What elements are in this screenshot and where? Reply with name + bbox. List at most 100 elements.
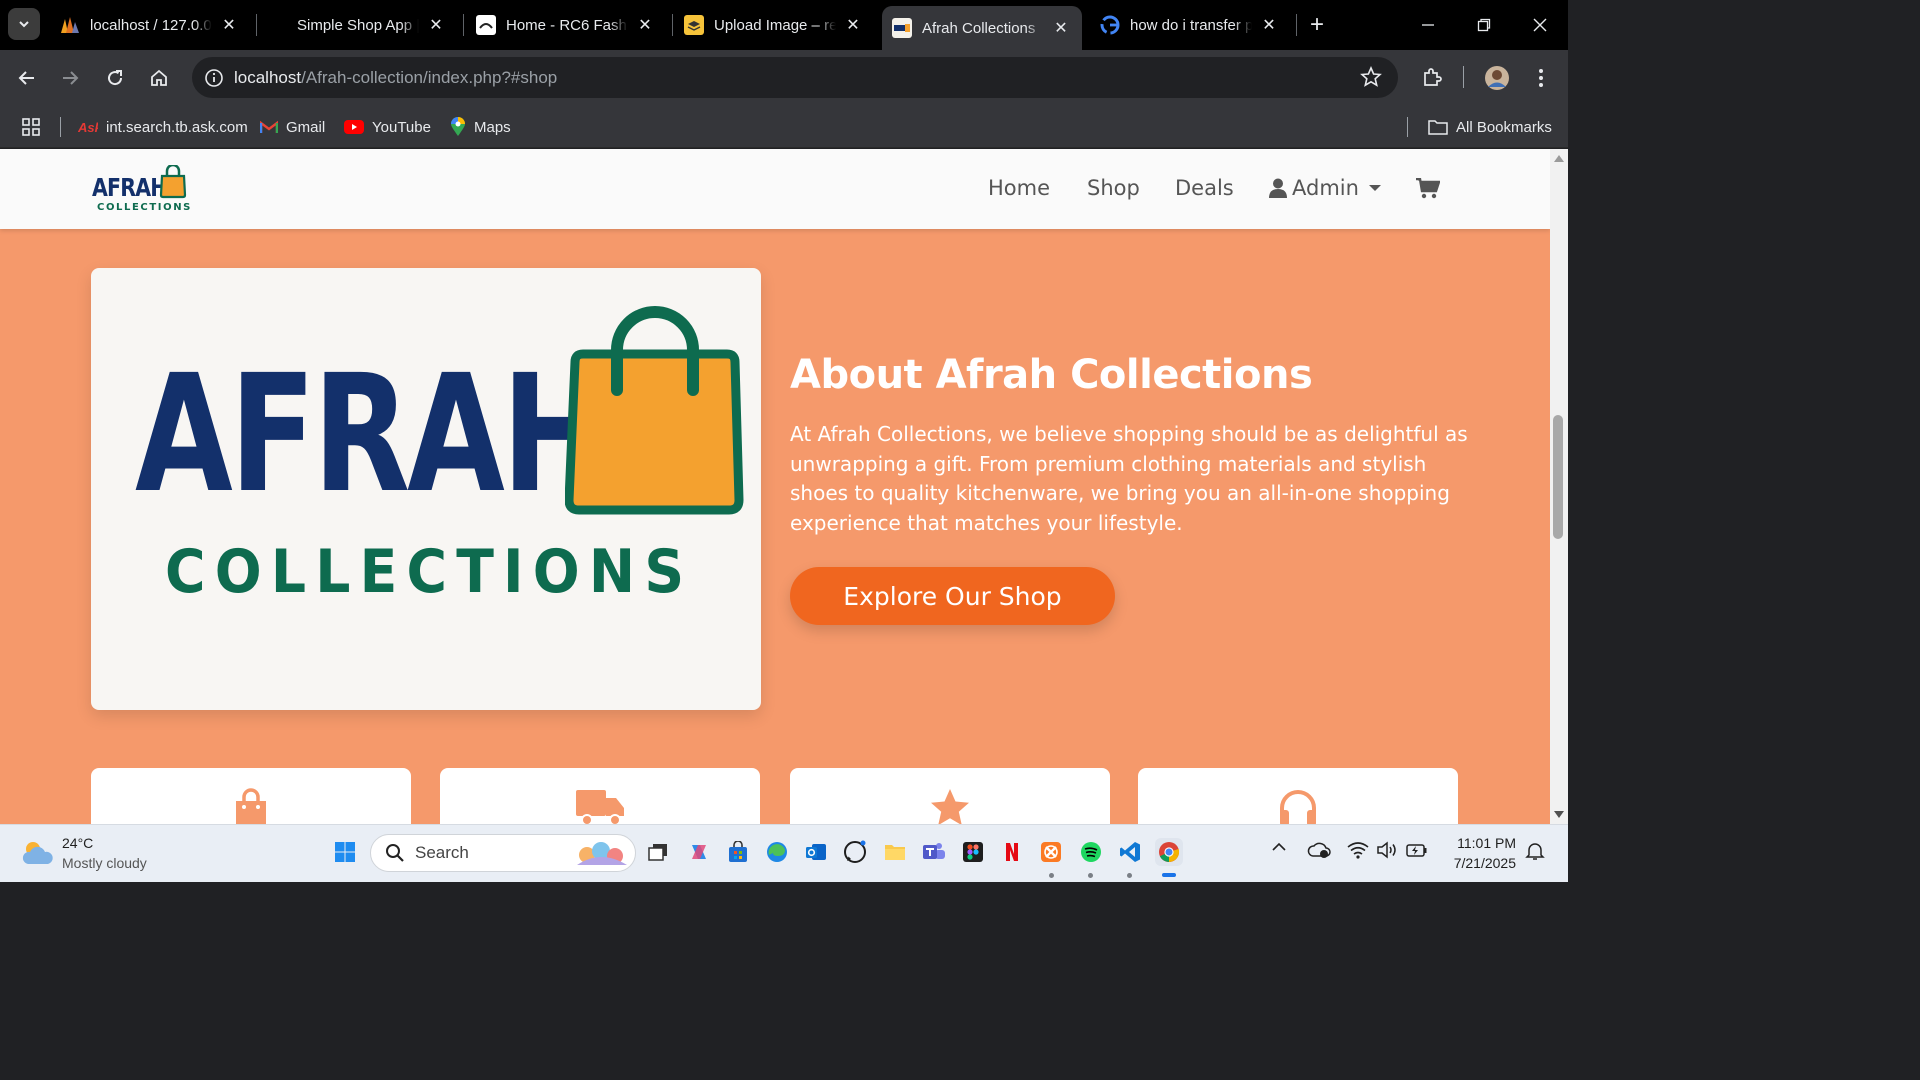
- tab-separator: [672, 14, 673, 36]
- bookmark-youtube[interactable]: YouTube: [344, 115, 431, 139]
- browser-toolbar: localhost/Afrah-collection/index.php?#sh…: [0, 50, 1568, 105]
- weather-widget[interactable]: 24°C Mostly cloudy: [20, 833, 147, 873]
- bookmark-separator: [1407, 117, 1408, 137]
- file-explorer-app[interactable]: [881, 838, 909, 866]
- tab-search-button[interactable]: [8, 8, 40, 40]
- tab-phpmyadmin[interactable]: localhost / 127.0.0. ✕: [50, 6, 250, 44]
- outlook-icon: [806, 844, 826, 860]
- teams-app[interactable]: [920, 838, 948, 866]
- spotify-app[interactable]: [1077, 838, 1105, 866]
- gmail-icon: [260, 120, 278, 134]
- web-page: AFRAH COLLECTIONS Home Shop Deals Admin …: [0, 149, 1550, 824]
- outlook-app[interactable]: [802, 838, 830, 866]
- search-icon: [386, 844, 404, 862]
- bookmark-ask[interactable]: Ask int.search.tb.ask.com: [78, 115, 248, 139]
- tab-title: Simple Shop App |: [297, 16, 419, 34]
- close-icon[interactable]: ✕: [1050, 17, 1072, 39]
- taskbar-clock[interactable]: 11:01 PM 7/21/2025: [1440, 833, 1516, 873]
- nav-shop[interactable]: Shop: [1087, 176, 1140, 200]
- scroll-down-arrow[interactable]: [1554, 811, 1564, 818]
- whatsapp-icon: [844, 840, 866, 863]
- browser-tab-strip: localhost / 127.0.0. ✕ Simple Shop App |…: [0, 0, 1568, 50]
- close-window-button[interactable]: [1512, 0, 1568, 50]
- puzzle-icon: [1424, 68, 1442, 86]
- battery-charging-icon: [1406, 844, 1427, 857]
- star-icon: [931, 789, 969, 824]
- ask-icon: Ask: [78, 119, 98, 135]
- home-button[interactable]: [143, 62, 175, 94]
- bookmark-star-icon[interactable]: [1360, 65, 1382, 93]
- close-icon[interactable]: ✕: [425, 14, 447, 36]
- edge-app[interactable]: [763, 838, 791, 866]
- afrah-icon: [892, 18, 912, 38]
- nav-home[interactable]: Home: [988, 176, 1050, 200]
- vscode-icon: [1120, 842, 1140, 862]
- home-icon: [151, 69, 167, 86]
- copilot-app[interactable]: [685, 838, 713, 866]
- apps-grid-icon: [22, 118, 40, 136]
- bookmark-label: int.search.tb.ask.com: [106, 118, 248, 136]
- reload-button[interactable]: [99, 62, 131, 94]
- page-scrollbar[interactable]: [1550, 149, 1568, 824]
- extensions-button[interactable]: [1416, 62, 1448, 94]
- new-tab-button[interactable]: +: [1302, 10, 1332, 40]
- maps-pin-icon: [450, 117, 466, 137]
- tab-afrah-collections[interactable]: Afrah Collections ✕: [882, 6, 1082, 50]
- vscode-app[interactable]: [1116, 838, 1144, 866]
- xampp-app[interactable]: [1037, 838, 1065, 866]
- task-view-app[interactable]: [644, 838, 672, 866]
- bookmark-gmail[interactable]: Gmail: [260, 115, 325, 139]
- all-bookmarks-button[interactable]: All Bookmarks: [1428, 115, 1552, 139]
- restore-button[interactable]: [1456, 0, 1512, 50]
- close-icon[interactable]: ✕: [1258, 14, 1280, 36]
- bookmark-maps[interactable]: Maps: [450, 115, 511, 139]
- tab-upload-image[interactable]: Upload Image – re ✕: [674, 6, 874, 44]
- apps-button[interactable]: [22, 115, 40, 139]
- profile-avatar[interactable]: [1481, 62, 1513, 94]
- close-icon[interactable]: ✕: [218, 14, 240, 36]
- spotify-icon: [1081, 842, 1101, 862]
- figma-icon: [963, 842, 983, 862]
- edge-icon: [767, 842, 787, 862]
- show-hidden-icons[interactable]: [1271, 841, 1287, 853]
- microsoft-store-app[interactable]: [724, 838, 752, 866]
- arrow-right-icon: [63, 71, 79, 85]
- phpmyadmin-icon: [60, 15, 80, 35]
- taskbar-search-box[interactable]: Search: [370, 834, 636, 872]
- volume-tray[interactable]: [1376, 841, 1398, 859]
- nav-admin-dropdown[interactable]: Admin: [1269, 176, 1381, 200]
- chevron-up-icon: [1272, 842, 1286, 851]
- scroll-up-arrow[interactable]: [1554, 155, 1564, 162]
- cart-icon: [1416, 177, 1441, 199]
- tab-google-search[interactable]: how do i transfer p ✕: [1090, 6, 1290, 44]
- tab-rc6-fashion[interactable]: Home - RC6 Fashion ✕: [466, 6, 666, 44]
- address-bar[interactable]: localhost/Afrah-collection/index.php?#sh…: [192, 57, 1398, 98]
- tab-separator: [256, 14, 257, 36]
- start-button[interactable]: [331, 838, 359, 866]
- scrollbar-thumb[interactable]: [1553, 415, 1563, 539]
- wifi-tray[interactable]: [1347, 841, 1369, 859]
- whatsapp-app[interactable]: [841, 838, 869, 866]
- back-button[interactable]: [11, 62, 43, 94]
- onedrive-tray[interactable]: [1307, 841, 1331, 859]
- site-icon: [476, 15, 496, 35]
- brand-sub-text: COLLECTIONS: [97, 202, 192, 213]
- chrome-app[interactable]: [1155, 838, 1183, 866]
- google-icon: [1100, 15, 1120, 35]
- battery-tray[interactable]: [1405, 841, 1429, 859]
- browser-menu-button[interactable]: [1525, 62, 1557, 94]
- figma-app[interactable]: [959, 838, 987, 866]
- nav-deals[interactable]: Deals: [1175, 176, 1234, 200]
- brand-logo[interactable]: AFRAH COLLECTIONS: [92, 165, 192, 213]
- tab-simple-shop[interactable]: Simple Shop App | ✕: [287, 6, 457, 44]
- site-info-icon[interactable]: [194, 68, 234, 88]
- minimize-button[interactable]: [1400, 0, 1456, 50]
- forward-button[interactable]: [54, 62, 86, 94]
- explore-shop-button[interactable]: Explore Our Shop: [790, 567, 1115, 625]
- close-icon[interactable]: ✕: [634, 14, 656, 36]
- notifications-button[interactable]: [1525, 841, 1545, 861]
- close-icon[interactable]: ✕: [842, 14, 864, 36]
- cart-button[interactable]: [1416, 177, 1441, 204]
- running-indicator: [1127, 873, 1132, 878]
- netflix-app[interactable]: [998, 838, 1026, 866]
